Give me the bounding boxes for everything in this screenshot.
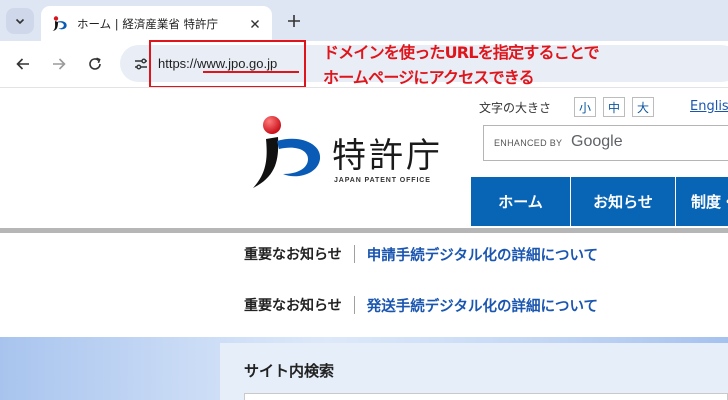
font-size-label: 文字の大きさ [479, 101, 552, 115]
notice-label: 重要なお知らせ [244, 247, 342, 263]
font-size-small-button[interactable]: 小 [574, 97, 596, 117]
global-nav: ホーム お知らせ 制度・手続 [471, 177, 728, 226]
notice-row: 重要なお知らせ 発送手続デジタル化の詳細について [244, 294, 598, 316]
notice-separator [353, 296, 355, 314]
new-tab-button[interactable] [283, 10, 305, 32]
url-highlight-box [149, 40, 306, 88]
notice-row: 重要なお知らせ 申請手続デジタル化の詳細について [244, 243, 598, 265]
site-search-input[interactable]: ENHANCED BY Google [483, 125, 728, 161]
font-size-medium-button[interactable]: 中 [603, 97, 625, 117]
tab-search-button[interactable] [6, 8, 34, 34]
site-logo-name[interactable]: 特許庁 [332, 128, 443, 177]
site-logo-subtitle: JAPAN PATENT OFFICE [334, 177, 431, 184]
jpo-logo-icon[interactable] [250, 114, 325, 190]
chevron-down-icon [15, 18, 25, 25]
english-link[interactable]: English [690, 99, 728, 114]
site-search-title: サイト内検索 [244, 362, 335, 380]
jpo-favicon-icon [52, 15, 67, 31]
notice-separator [353, 245, 355, 263]
nav-item-home[interactable]: ホーム [471, 177, 571, 226]
forward-button[interactable] [47, 52, 71, 76]
annotation-callout: ドメインを使ったURLを指定することで ホームページにアクセスできる [323, 40, 600, 90]
nav-item-system[interactable]: 制度・手続 [676, 177, 728, 226]
close-tab-button[interactable] [246, 15, 264, 33]
arrow-right-icon [53, 58, 66, 70]
browser-tab[interactable]: ホーム | 経済産業省 特許庁 [41, 6, 272, 41]
notice-link-application[interactable]: 申請手続デジタル化の詳細について [367, 244, 598, 265]
close-icon [251, 19, 259, 28]
arrow-left-icon [16, 58, 29, 70]
back-button[interactable] [11, 52, 35, 76]
google-logo-text: Google [571, 133, 623, 150]
font-size-large-button[interactable]: 大 [632, 97, 654, 117]
domain-underline [203, 71, 299, 73]
tab-strip: ホーム | 経済産業省 特許庁 [0, 0, 728, 41]
tune-icon [135, 58, 147, 70]
reload-icon [89, 57, 101, 70]
reload-button[interactable] [83, 52, 107, 76]
tab-title: ホーム | 経済産業省 特許庁 [77, 16, 218, 31]
nav-item-news[interactable]: お知らせ [571, 177, 676, 226]
annotation-line-1: ドメインを使ったURLを指定することで [323, 43, 600, 62]
notice-link-dispatch[interactable]: 発送手続デジタル化の詳細について [367, 295, 598, 316]
notice-label: 重要なお知らせ [244, 298, 342, 314]
search-enhanced-label: ENHANCED BY [494, 138, 563, 148]
plus-icon [288, 15, 300, 27]
site-search-field[interactable] [244, 393, 728, 400]
